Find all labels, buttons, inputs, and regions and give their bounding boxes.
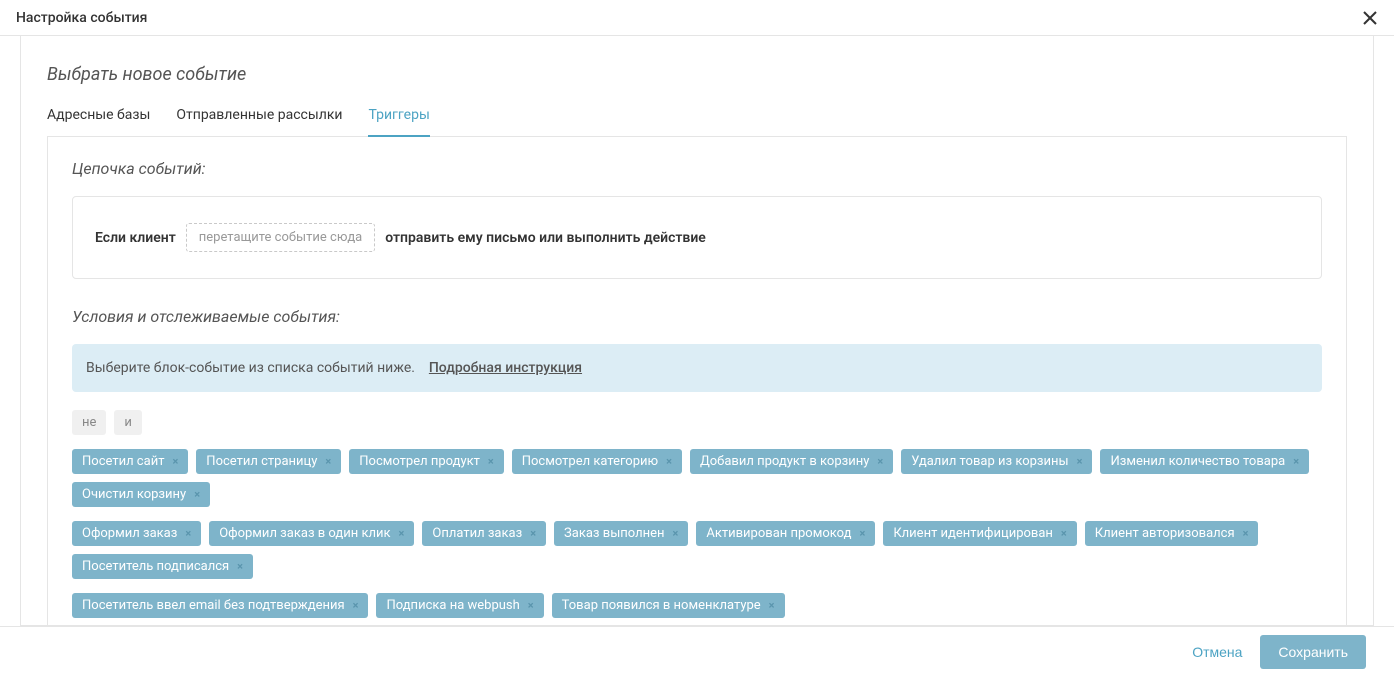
section-title: Выбрать новое событие: [47, 64, 1347, 85]
close-icon[interactable]: ×: [877, 455, 883, 468]
close-icon[interactable]: ×: [1293, 455, 1299, 468]
tab-content: Цепочка событий: Если клиент перетащите …: [47, 137, 1347, 626]
events-row-3: Посетитель ввел email без подтверждения ×…: [72, 593, 1322, 618]
event-label: Посетитель ввел email без подтверждения: [82, 598, 345, 613]
tab-triggers[interactable]: Триггеры: [368, 107, 429, 137]
event-tag[interactable]: Товар появился в номенклатуре ×: [552, 593, 785, 618]
event-label: Изменил количество товара: [1110, 454, 1285, 469]
close-icon[interactable]: [1362, 10, 1378, 26]
event-tag[interactable]: Активирован промокод ×: [696, 521, 875, 546]
event-tag[interactable]: Оформил заказ в один клик ×: [209, 521, 414, 546]
info-link[interactable]: Подробная инструкция: [429, 360, 582, 376]
tab-sent-campaigns[interactable]: Отправленные рассылки: [176, 107, 342, 136]
event-tag[interactable]: Удалил товар из корзины ×: [901, 449, 1092, 474]
close-icon[interactable]: ×: [353, 599, 359, 612]
event-tag[interactable]: Посетил сайт ×: [72, 449, 188, 474]
tab-address-bases[interactable]: Адресные базы: [47, 107, 150, 136]
event-tag[interactable]: Изменил количество товара ×: [1100, 449, 1309, 474]
chain-prefix: Если клиент: [95, 230, 176, 246]
operator-row: не и: [72, 410, 1322, 435]
event-label: Очистил корзину: [82, 487, 186, 502]
save-button[interactable]: Сохранить: [1260, 635, 1366, 669]
info-text: Выберите блок-событие из списка событий …: [86, 360, 415, 376]
conditions-title: Условия и отслеживаемые события:: [72, 307, 1322, 326]
event-label: Посмотрел категорию: [522, 454, 658, 469]
event-drop-zone[interactable]: перетащите событие сюда: [186, 223, 375, 252]
event-tag[interactable]: Посетил страницу ×: [196, 449, 341, 474]
close-icon[interactable]: ×: [1061, 527, 1067, 540]
event-tag[interactable]: Очистил корзину ×: [72, 482, 210, 507]
event-label: Посетил страницу: [206, 454, 317, 469]
modal-title: Настройка события: [16, 10, 147, 26]
operator-not[interactable]: не: [72, 410, 106, 435]
event-label: Активирован промокод: [706, 526, 851, 541]
event-label: Подписка на webpush: [386, 598, 519, 613]
close-icon[interactable]: ×: [194, 488, 200, 501]
operator-and[interactable]: и: [114, 410, 142, 435]
events-row-2: Оформил заказ × Оформил заказ в один клик…: [72, 521, 1322, 579]
chain-box: Если клиент перетащите событие сюда отпр…: [72, 196, 1322, 279]
close-icon[interactable]: ×: [666, 455, 672, 468]
event-label: Оплатил заказ: [432, 526, 522, 541]
modal-body: Выбрать новое событие Адресные базы Отпр…: [0, 36, 1394, 626]
event-label: Посетитель подписался: [82, 559, 229, 574]
modal-header: Настройка события: [0, 0, 1394, 36]
close-icon[interactable]: ×: [399, 527, 405, 540]
close-icon[interactable]: ×: [528, 599, 534, 612]
event-label: Заказ выполнен: [564, 526, 664, 541]
event-tag[interactable]: Клиент идентифицирован ×: [883, 521, 1076, 546]
event-tag[interactable]: Оформил заказ ×: [72, 521, 201, 546]
close-icon[interactable]: ×: [530, 527, 536, 540]
event-label: Товар появился в номенклатуре: [562, 598, 761, 613]
event-tag[interactable]: Заказ выполнен ×: [554, 521, 688, 546]
close-icon[interactable]: ×: [1077, 455, 1083, 468]
event-label: Посетил сайт: [82, 454, 164, 469]
event-tag[interactable]: Посмотрел продукт ×: [349, 449, 503, 474]
cancel-button[interactable]: Отмена: [1192, 644, 1242, 660]
event-tag[interactable]: Подписка на webpush ×: [376, 593, 543, 618]
event-tag[interactable]: Посмотрел категорию ×: [512, 449, 682, 474]
event-label: Клиент идентифицирован: [893, 526, 1053, 541]
event-tag[interactable]: Посетитель ввел email без подтверждения ×: [72, 593, 368, 618]
close-icon[interactable]: ×: [488, 455, 494, 468]
close-icon[interactable]: ×: [859, 527, 865, 540]
modal-footer: Отмена Сохранить: [0, 626, 1394, 676]
event-label: Посмотрел продукт: [359, 454, 480, 469]
event-tag[interactable]: Клиент авторизовался ×: [1085, 521, 1259, 546]
content-panel: Выбрать новое событие Адресные базы Отпр…: [20, 36, 1374, 626]
tabs: Адресные базы Отправленные рассылки Триг…: [47, 107, 1347, 137]
chain-title: Цепочка событий:: [72, 159, 1322, 178]
event-tag[interactable]: Посетитель подписался ×: [72, 554, 253, 579]
close-icon[interactable]: ×: [172, 455, 178, 468]
close-icon[interactable]: ×: [325, 455, 331, 468]
close-icon[interactable]: ×: [185, 527, 191, 540]
info-box: Выберите блок-событие из списка событий …: [72, 344, 1322, 392]
close-icon[interactable]: ×: [769, 599, 775, 612]
event-label: Удалил товар из корзины: [911, 454, 1068, 469]
event-tag[interactable]: Добавил продукт в корзину ×: [690, 449, 893, 474]
event-label: Оформил заказ в один клик: [219, 526, 390, 541]
event-label: Клиент авторизовался: [1095, 526, 1235, 541]
events-row-1: Посетил сайт × Посетил страницу × Посмотре…: [72, 449, 1322, 507]
event-tag[interactable]: Оплатил заказ ×: [422, 521, 546, 546]
event-label: Оформил заказ: [82, 526, 177, 541]
close-icon[interactable]: ×: [1243, 527, 1249, 540]
chain-suffix: отправить ему письмо или выполнить дейст…: [385, 230, 706, 246]
event-label: Добавил продукт в корзину: [700, 454, 869, 469]
close-icon[interactable]: ×: [237, 560, 243, 573]
close-icon[interactable]: ×: [673, 527, 679, 540]
